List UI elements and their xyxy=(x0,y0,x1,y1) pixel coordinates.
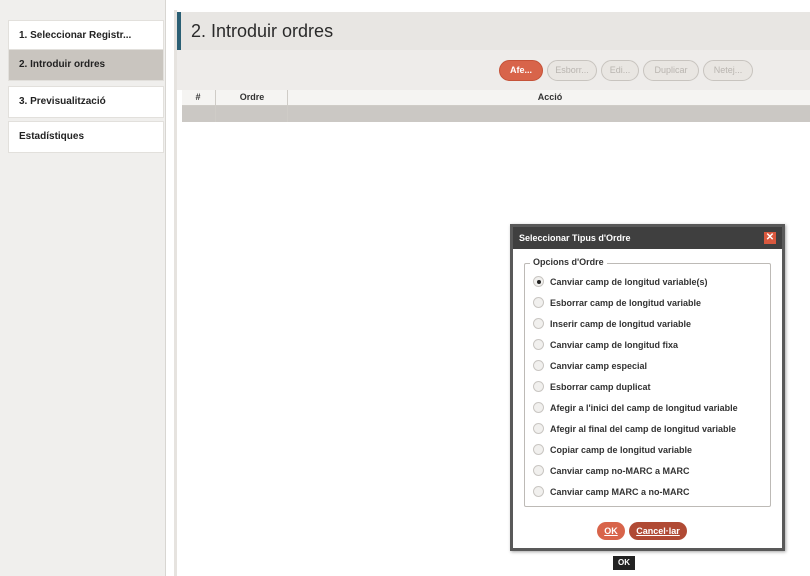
radio-icon[interactable] xyxy=(533,318,544,329)
sidebar-item-enter-commands[interactable]: 2. Introduir ordres xyxy=(8,49,164,81)
radio-icon[interactable] xyxy=(533,339,544,350)
table-header: # Ordre Acció xyxy=(182,90,810,106)
table-row[interactable] xyxy=(182,106,810,122)
radio-icon[interactable] xyxy=(533,402,544,413)
option-insert-variable-field[interactable]: Inserir camp de longitud variable xyxy=(533,314,769,334)
option-label: Inserir camp de longitud variable xyxy=(550,319,692,329)
radio-icon[interactable] xyxy=(533,381,544,392)
delete-button[interactable]: Esborr... xyxy=(547,60,597,81)
column-header-order[interactable]: Ordre xyxy=(218,90,286,105)
sidebar-item-select-records[interactable]: 1. Seleccionar Registr... xyxy=(8,20,164,52)
sidebar-item-statistics[interactable]: Estadístiques xyxy=(8,121,164,153)
select-command-type-dialog: Seleccionar Tipus d'Ordre ✕ Opcions d'Or… xyxy=(510,224,785,551)
option-delete-duplicate-field[interactable]: Esborrar camp duplicat xyxy=(533,377,769,397)
radio-icon[interactable] xyxy=(533,444,544,455)
commands-table: # Ordre Acció xyxy=(182,90,810,122)
option-marc-to-non-marc[interactable]: Canviar camp MARC a no-MARC xyxy=(533,482,769,502)
sidebar: 1. Seleccionar Registr... 2. Introduir o… xyxy=(0,0,166,576)
column-header-number[interactable]: # xyxy=(182,90,214,105)
option-label: Canviar camp no-MARC a MARC xyxy=(550,466,690,476)
edit-button[interactable]: Edi... xyxy=(601,60,639,81)
sidebar-item-preview[interactable]: 3. Previsualització xyxy=(8,86,164,118)
option-label: Esborrar camp duplicat xyxy=(550,382,651,392)
cancel-button[interactable]: Cancel·lar xyxy=(629,522,687,540)
dialog-title: Seleccionar Tipus d'Ordre ✕ xyxy=(513,227,782,249)
option-label: Afegir al final del camp de longitud var… xyxy=(550,424,737,434)
option-label: Copiar camp de longitud variable xyxy=(550,445,693,455)
option-copy-variable-field[interactable]: Copiar camp de longitud variable xyxy=(533,440,769,460)
dialog-title-text: Seleccionar Tipus d'Ordre xyxy=(519,233,631,243)
column-header-action[interactable]: Acció xyxy=(290,90,810,105)
option-label: Esborrar camp de longitud variable xyxy=(550,298,702,308)
toolbar: Afe... Esborr... Edi... Duplicar Netej..… xyxy=(177,50,810,90)
page-title: 2. Introduir ordres xyxy=(191,21,334,41)
page-header: 2. Introduir ordres xyxy=(177,12,810,50)
ok-tooltip: OK xyxy=(613,556,635,570)
duplicate-button[interactable]: Duplicar xyxy=(643,60,699,81)
option-label: Afegir a l'inici del camp de longitud va… xyxy=(550,403,738,413)
option-prepend-variable-field[interactable]: Afegir a l'inici del camp de longitud va… xyxy=(533,398,769,418)
radio-icon[interactable] xyxy=(533,297,544,308)
add-button[interactable]: Afe... xyxy=(499,60,543,81)
column-divider xyxy=(215,90,216,122)
option-label: Canviar camp MARC a no-MARC xyxy=(550,487,690,497)
option-label: Canviar camp de longitud variable(s) xyxy=(550,277,708,287)
close-icon[interactable]: ✕ xyxy=(764,232,776,244)
radio-selected-icon[interactable] xyxy=(533,276,544,287)
options-group: Opcions d'Ordre Canviar camp de longitud… xyxy=(524,257,771,507)
option-non-marc-to-marc[interactable]: Canviar camp no-MARC a MARC xyxy=(533,461,769,481)
radio-icon[interactable] xyxy=(533,360,544,371)
column-divider xyxy=(287,90,288,122)
option-delete-variable-field[interactable]: Esborrar camp de longitud variable xyxy=(533,293,769,313)
panel-divider xyxy=(174,10,177,576)
clear-button[interactable]: Netej... xyxy=(703,60,753,81)
option-append-variable-field[interactable]: Afegir al final del camp de longitud var… xyxy=(533,419,769,439)
radio-icon[interactable] xyxy=(533,465,544,476)
options-group-label: Opcions d'Ordre xyxy=(530,257,607,267)
radio-icon[interactable] xyxy=(533,423,544,434)
option-change-special-field[interactable]: Canviar camp especial xyxy=(533,356,769,376)
ok-button[interactable]: OK xyxy=(597,522,625,540)
option-change-fixed-field[interactable]: Canviar camp de longitud fixa xyxy=(533,335,769,355)
radio-icon[interactable] xyxy=(533,486,544,497)
option-label: Canviar camp especial xyxy=(550,361,648,371)
option-change-variable-field[interactable]: Canviar camp de longitud variable(s) xyxy=(533,272,769,292)
option-label: Canviar camp de longitud fixa xyxy=(550,340,679,350)
